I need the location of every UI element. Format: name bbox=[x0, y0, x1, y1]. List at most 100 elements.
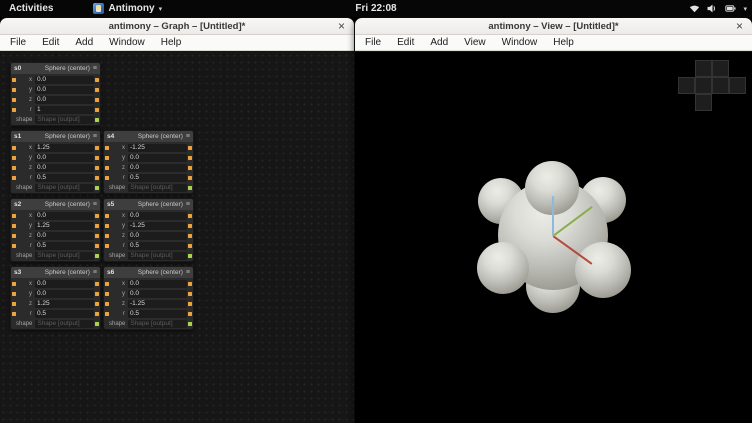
node-header[interactable]: s3 Sphere (center) bbox=[11, 267, 100, 278]
datum-value-field[interactable]: 0.5 bbox=[128, 310, 187, 318]
datum-value-field[interactable]: 0.0 bbox=[128, 290, 187, 298]
view-selector-cell[interactable] bbox=[712, 60, 729, 77]
menu-item[interactable]: Help bbox=[153, 35, 190, 51]
output-port[interactable] bbox=[95, 244, 99, 248]
output-port[interactable] bbox=[95, 312, 99, 316]
output-port[interactable] bbox=[188, 302, 192, 306]
system-status-area[interactable]: ▾ bbox=[689, 0, 747, 17]
output-port[interactable] bbox=[188, 176, 192, 180]
menu-item[interactable]: File bbox=[357, 35, 389, 51]
datum-value-field[interactable]: 0.5 bbox=[128, 242, 187, 250]
datum-value-field[interactable]: 0.0 bbox=[35, 86, 94, 94]
app-menu-button[interactable]: Antimony ▾ bbox=[88, 0, 167, 17]
view-selector-cell[interactable] bbox=[678, 77, 695, 94]
output-port[interactable] bbox=[95, 156, 99, 160]
menu-item[interactable]: File bbox=[2, 35, 34, 51]
node-header[interactable]: s6 Sphere (center) bbox=[104, 267, 193, 278]
datum-value-field[interactable]: 0.0 bbox=[128, 280, 187, 288]
output-port[interactable] bbox=[95, 176, 99, 180]
menu-item[interactable]: Window bbox=[494, 35, 546, 51]
hamburger-menu-icon[interactable] bbox=[186, 131, 190, 142]
menu-item[interactable]: Help bbox=[545, 35, 582, 51]
shape-output-port[interactable] bbox=[95, 254, 99, 258]
graph-node[interactable]: s0 Sphere (center) x 0.0 y 0.0 z 0.0 r 1… bbox=[10, 62, 101, 126]
node-header[interactable]: s4 Sphere (center) bbox=[104, 131, 193, 142]
view-selector-cell[interactable] bbox=[712, 77, 729, 94]
clock[interactable]: Fri 22:08 bbox=[355, 3, 396, 14]
output-port[interactable] bbox=[188, 224, 192, 228]
output-port[interactable] bbox=[95, 234, 99, 238]
graph-node[interactable]: s5 Sphere (center) x 0.0 y -1.25 z 0.0 r… bbox=[103, 198, 194, 262]
output-port[interactable] bbox=[95, 214, 99, 218]
graph-node[interactable]: s2 Sphere (center) x 0.0 y 1.25 z 0.0 r … bbox=[10, 198, 101, 262]
view-selector-cell[interactable] bbox=[695, 77, 712, 94]
view-selector-widget[interactable] bbox=[678, 60, 746, 111]
shape-output-port[interactable] bbox=[95, 118, 99, 122]
datum-value-field[interactable]: 0.0 bbox=[35, 164, 94, 172]
output-port[interactable] bbox=[95, 292, 99, 296]
node-header[interactable]: s0 Sphere (center) bbox=[11, 63, 100, 74]
output-port[interactable] bbox=[95, 282, 99, 286]
datum-value-field[interactable]: 0.0 bbox=[128, 164, 187, 172]
datum-value-field[interactable]: 0.0 bbox=[128, 154, 187, 162]
datum-value-field[interactable]: 1.25 bbox=[35, 222, 94, 230]
output-port[interactable] bbox=[188, 234, 192, 238]
view-selector-cell[interactable] bbox=[729, 77, 746, 94]
hamburger-menu-icon[interactable] bbox=[93, 63, 97, 74]
close-button[interactable]: × bbox=[335, 18, 348, 34]
datum-value-field[interactable]: -1.25 bbox=[128, 300, 187, 308]
graph-node[interactable]: s6 Sphere (center) x 0.0 y 0.0 z -1.25 r… bbox=[103, 266, 194, 330]
output-port[interactable] bbox=[95, 146, 99, 150]
menu-item[interactable]: Window bbox=[101, 35, 153, 51]
datum-value-field[interactable]: 0.0 bbox=[128, 212, 187, 220]
datum-value-field[interactable]: 0.0 bbox=[35, 76, 94, 84]
viewport-3d[interactable] bbox=[355, 52, 752, 423]
view-selector-cell[interactable] bbox=[695, 60, 712, 77]
graph-node[interactable]: s3 Sphere (center) x 0.0 y 0.0 z 1.25 r … bbox=[10, 266, 101, 330]
output-port[interactable] bbox=[95, 88, 99, 92]
output-port[interactable] bbox=[188, 166, 192, 170]
view-titlebar[interactable]: antimony – View – [Untitled]* × bbox=[355, 18, 752, 35]
output-port[interactable] bbox=[95, 166, 99, 170]
graph-canvas[interactable]: s0 Sphere (center) x 0.0 y 0.0 z 0.0 r 1… bbox=[0, 52, 354, 423]
menu-item[interactable]: Add bbox=[422, 35, 456, 51]
graph-node[interactable]: s4 Sphere (center) x -1.25 y 0.0 z 0.0 r… bbox=[103, 130, 194, 194]
datum-value-field[interactable]: -1.25 bbox=[128, 222, 187, 230]
datum-value-field[interactable]: 0.0 bbox=[35, 154, 94, 162]
datum-value-field[interactable]: 1.25 bbox=[35, 300, 94, 308]
graph-titlebar[interactable]: antimony – Graph – [Untitled]* × bbox=[0, 18, 354, 35]
output-port[interactable] bbox=[188, 282, 192, 286]
shape-output-port[interactable] bbox=[188, 322, 192, 326]
activities-button[interactable]: Activities bbox=[0, 0, 62, 17]
output-port[interactable] bbox=[95, 302, 99, 306]
node-header[interactable]: s2 Sphere (center) bbox=[11, 199, 100, 210]
hamburger-menu-icon[interactable] bbox=[186, 199, 190, 210]
output-port[interactable] bbox=[95, 78, 99, 82]
output-port[interactable] bbox=[188, 312, 192, 316]
output-port[interactable] bbox=[188, 156, 192, 160]
graph-node[interactable]: s1 Sphere (center) x 1.25 y 0.0 z 0.0 r … bbox=[10, 130, 101, 194]
menu-item[interactable]: Edit bbox=[34, 35, 67, 51]
output-port[interactable] bbox=[188, 146, 192, 150]
hamburger-menu-icon[interactable] bbox=[93, 131, 97, 142]
datum-value-field[interactable]: 0.0 bbox=[35, 96, 94, 104]
output-port[interactable] bbox=[95, 108, 99, 112]
hamburger-menu-icon[interactable] bbox=[186, 267, 190, 278]
datum-value-field[interactable]: 0.5 bbox=[35, 174, 94, 182]
hamburger-menu-icon[interactable] bbox=[93, 199, 97, 210]
output-port[interactable] bbox=[188, 292, 192, 296]
node-header[interactable]: s5 Sphere (center) bbox=[104, 199, 193, 210]
output-port[interactable] bbox=[188, 214, 192, 218]
datum-value-field[interactable]: 0.0 bbox=[35, 232, 94, 240]
datum-value-field[interactable]: 0.5 bbox=[35, 310, 94, 318]
output-port[interactable] bbox=[188, 244, 192, 248]
output-port[interactable] bbox=[95, 224, 99, 228]
menu-item[interactable]: View bbox=[456, 35, 494, 51]
shape-output-port[interactable] bbox=[95, 186, 99, 190]
node-header[interactable]: s1 Sphere (center) bbox=[11, 131, 100, 142]
datum-value-field[interactable]: 0.0 bbox=[35, 280, 94, 288]
close-button[interactable]: × bbox=[733, 18, 746, 34]
output-port[interactable] bbox=[95, 98, 99, 102]
datum-value-field[interactable]: 0.5 bbox=[35, 242, 94, 250]
datum-value-field[interactable]: 1 bbox=[35, 106, 94, 114]
